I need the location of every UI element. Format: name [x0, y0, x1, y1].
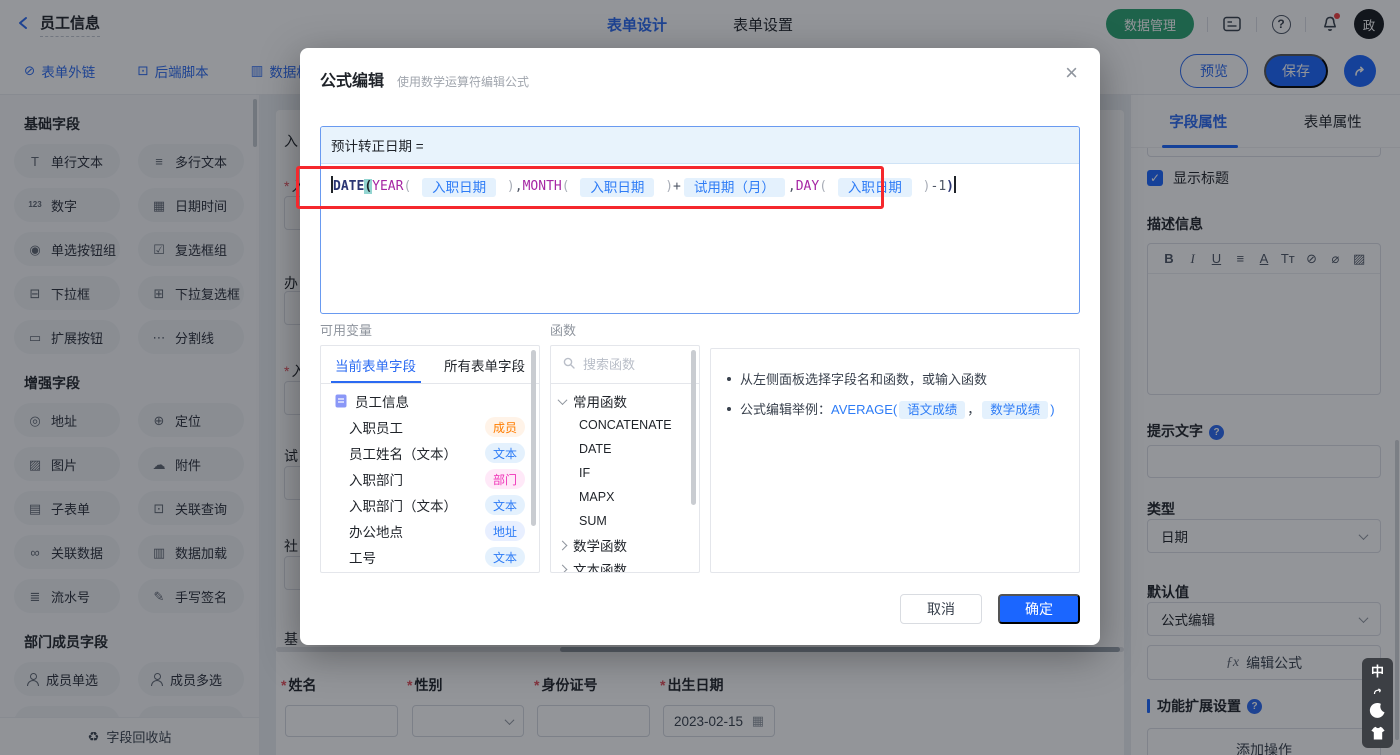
formula-token-paren: ) — [914, 178, 931, 194]
function-search-input[interactable] — [583, 357, 683, 372]
variable-type-badge: 部门 — [484, 469, 525, 489]
function-item[interactable]: CONCATENATE — [551, 413, 699, 437]
modal-header: 公式编辑 使用数学运算符编辑公式 — [300, 48, 1100, 91]
variables-list: 员工信息 入职员工 成员 员工姓名（文本） 文本 入职部门 部门 入职部门（文本） 文本 办公地点… — [321, 384, 539, 572]
translate-arrow-icon — [1373, 682, 1383, 698]
function-group[interactable]: 常用函数 — [551, 389, 699, 413]
document-icon — [335, 394, 347, 408]
variable-name: 办公地点 — [349, 525, 403, 540]
variables-label: 可用变量 — [320, 323, 373, 338]
tab-all-form-fields[interactable]: 所有表单字段 — [430, 346, 539, 383]
help-line-2: 公式编辑举例：AVERAGE(语文成绩，数学成绩) — [727, 399, 1063, 419]
help-example: 公式编辑举例：AVERAGE(语文成绩，数学成绩) — [740, 399, 1055, 419]
formula-help-box: 从左侧面板选择字段名和函数，或输入函数 公式编辑举例：AVERAGE(语文成绩，… — [710, 348, 1080, 573]
variable-type-badge: 文本 — [484, 443, 525, 463]
cancel-button[interactable]: 取消 — [900, 594, 982, 624]
variable-row[interactable]: 工号 文本 — [321, 544, 539, 570]
function-group-label: 数学函数 — [573, 539, 627, 554]
help-segment-fn: AVERAGE( — [831, 402, 898, 417]
function-item[interactable]: DATE — [551, 437, 699, 461]
chevron-right-icon — [557, 564, 568, 572]
formula-editor-modal: 公式编辑 使用数学运算符编辑公式 × 预计转正日期 = DATE(YEAR( 入… — [300, 48, 1100, 645]
function-item[interactable]: MAPX — [551, 485, 699, 509]
help-segment-fn: ) — [1050, 402, 1055, 417]
theme-shirt-icon[interactable] — [1370, 726, 1386, 744]
variable-name: 入职部门（文本） — [349, 499, 457, 514]
help-segment-pill: 数学成绩 — [982, 401, 1049, 419]
formula-result-label: 预计转正日期 = — [321, 127, 1079, 164]
close-icon[interactable]: × — [1065, 62, 1078, 84]
help-segment-text: ， — [967, 402, 981, 417]
variable-type-badge: 文本 — [484, 495, 525, 515]
browser-extension-widget: 中 — [1362, 658, 1393, 748]
function-item[interactable]: IF — [551, 461, 699, 485]
variable-type-badge: 成员 — [484, 417, 525, 437]
function-group-label: 文本函数 — [573, 563, 627, 573]
variable-row[interactable]: 员工姓名（文本） 文本 — [321, 440, 539, 466]
variables-panel: 当前表单字段 所有表单字段 员工信息 入职员工 成员 员工姓名（文本） 文本 入职部门 部门… — [320, 345, 540, 573]
formula-token-op: -1 — [930, 178, 947, 194]
variable-row[interactable]: 入职员工 成员 — [321, 414, 539, 440]
chevron-down-icon — [557, 394, 568, 405]
variable-root-row[interactable]: 员工信息 — [321, 388, 539, 414]
help-line-1: 从左侧面板选择字段名和函数，或输入函数 — [727, 369, 1063, 388]
tab-current-form-fields[interactable]: 当前表单字段 — [321, 346, 430, 383]
variable-name: 员工姓名（文本） — [349, 447, 457, 462]
functions-panel: 常用函数 CONCATENATEDATEIFMAPXSUM 数学函数文本函数 — [550, 345, 700, 573]
variable-name: 入职部门 — [349, 473, 403, 488]
translate-icon[interactable]: 中 — [1371, 665, 1384, 678]
app-window: 员工信息 表单设计 表单设置 数据管理 ? 政 ⊘ 表单外链 ⊡ 后端脚本 ▥ 数据权 预… — [0, 0, 1400, 755]
annotation-highlight-box — [296, 166, 884, 209]
confirm-button[interactable]: 确定 — [998, 594, 1080, 624]
function-item[interactable]: SUM — [551, 509, 699, 533]
variable-row[interactable] — [321, 570, 539, 572]
search-icon — [562, 356, 576, 373]
variable-name: 工号 — [349, 551, 376, 566]
function-search — [551, 346, 699, 384]
functions-scrollbar[interactable] — [691, 350, 696, 505]
variables-tabs: 当前表单字段 所有表单字段 — [321, 346, 539, 384]
modal-footer: 取消 确定 — [900, 594, 1080, 624]
modal-subtitle: 使用数学运算符编辑公式 — [397, 75, 530, 89]
help-segment-text: 公式编辑举例： — [740, 402, 832, 417]
functions-list: 常用函数 CONCATENATE DATE IF MAPX SUM 数学函数文本函数 — [551, 384, 699, 573]
variable-row[interactable]: 办公地点 地址 — [321, 518, 539, 544]
variable-root-label: 员工信息 — [355, 395, 409, 410]
modal-title: 公式编辑 — [320, 73, 385, 90]
variable-type-badge: 地址 — [484, 521, 525, 541]
functions-label: 函数 — [550, 323, 577, 338]
function-group[interactable]: 文本函数 — [551, 557, 699, 573]
function-group[interactable]: 数学函数 — [551, 533, 699, 557]
formula-box: 预计转正日期 = DATE(YEAR( 入职日期 ),MONTH( 入职日期 )… — [320, 126, 1080, 314]
variable-type-badge: 文本 — [484, 547, 525, 567]
help-segment-pill: 语文成绩 — [899, 401, 966, 419]
formula-token-fn1: ) — [946, 178, 954, 194]
variable-name: 入职员工 — [349, 421, 403, 436]
chevron-right-icon — [557, 540, 568, 550]
function-group-label: 常用函数 — [573, 395, 627, 410]
dark-mode-moon-icon[interactable] — [1369, 702, 1386, 722]
variable-row[interactable]: 入职部门 部门 — [321, 466, 539, 492]
formula-token-caret — [953, 176, 956, 193]
variable-row[interactable]: 入职部门（文本） 文本 — [321, 492, 539, 518]
variables-scrollbar[interactable] — [531, 350, 536, 526]
active-tab-underline — [331, 381, 421, 383]
